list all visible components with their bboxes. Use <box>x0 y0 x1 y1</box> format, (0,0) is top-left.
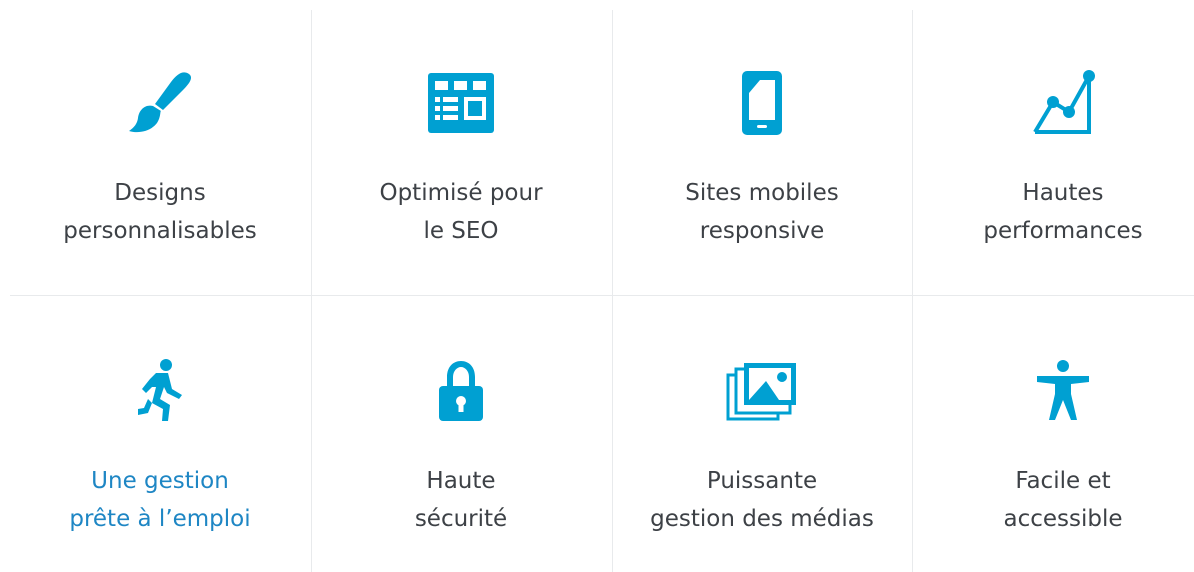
feature-label: Facile et accessible <box>1003 468 1123 532</box>
padlock-icon <box>437 356 485 426</box>
paintbrush-icon <box>125 68 195 138</box>
layout-grid-icon <box>428 68 494 138</box>
photo-stack-icon <box>726 356 798 426</box>
feature-label: Puissante gestion des médias <box>650 468 874 532</box>
feature-label: Optimisé pour le SEO <box>379 180 543 244</box>
feature-media: Puissante gestion des médias <box>612 294 912 572</box>
mobile-phone-icon <box>742 68 782 138</box>
running-person-icon <box>134 356 186 426</box>
feature-link[interactable]: Une gestion prête à l’emploi <box>69 462 250 538</box>
accessibility-person-icon <box>1035 356 1091 426</box>
feature-ready-to-use[interactable]: Une gestion prête à l’emploi <box>10 294 310 572</box>
feature-label: Hautes performances <box>983 180 1143 244</box>
feature-mobile: Sites mobiles responsive <box>612 0 912 294</box>
feature-label: Designs personnalisables <box>63 180 257 244</box>
feature-label: Sites mobiles responsive <box>685 180 839 244</box>
features-grid: Designs personnalisables Optimisé pour l… <box>0 0 1194 572</box>
line-chart-icon <box>1031 68 1095 138</box>
feature-performance: Hautes performances <box>913 0 1194 294</box>
feature-label: Haute sécurité <box>414 468 508 532</box>
feature-accessible: Facile et accessible <box>913 294 1194 572</box>
feature-security: Haute sécurité <box>311 294 611 572</box>
feature-seo: Optimisé pour le SEO <box>311 0 611 294</box>
feature-designs: Designs personnalisables <box>10 0 310 294</box>
